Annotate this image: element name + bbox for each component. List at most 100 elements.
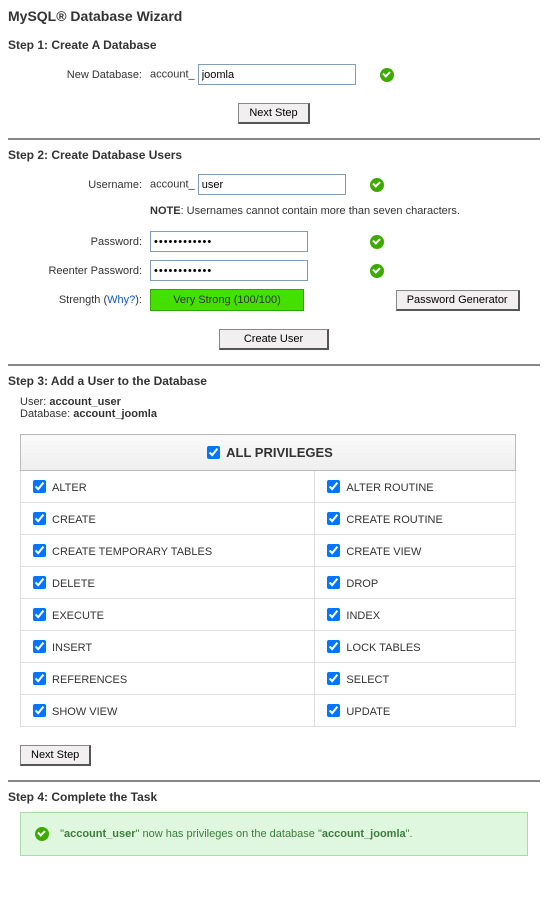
- privilege-label: SELECT: [346, 674, 389, 686]
- step3-button-row: Next Step: [20, 745, 540, 766]
- success-message: "account_user" now has privileges on the…: [20, 812, 528, 856]
- note-bold: NOTE: [150, 205, 181, 217]
- all-privileges-header: ALL PRIVILEGES: [21, 435, 516, 471]
- privilege-checkbox[interactable]: [33, 704, 46, 717]
- new-database-label: New Database:: [8, 60, 146, 89]
- privilege-checkbox[interactable]: [327, 576, 340, 589]
- privilege-label: ALTER: [52, 482, 87, 494]
- step2-form: Username: account_ NOTE: Usernames canno…: [8, 170, 524, 315]
- user-value: account_user: [49, 396, 121, 408]
- privilege-checkbox[interactable]: [327, 512, 340, 525]
- privilege-label: SHOW VIEW: [52, 706, 117, 718]
- privilege-cell: CREATE: [21, 503, 315, 535]
- privilege-label: DELETE: [52, 578, 95, 590]
- privilege-checkbox[interactable]: [327, 480, 340, 493]
- privilege-checkbox[interactable]: [33, 576, 46, 589]
- reenter-password-label: Reenter Password:: [8, 256, 146, 285]
- privilege-checkbox[interactable]: [33, 512, 46, 525]
- msg-c: ".: [406, 828, 413, 840]
- privilege-label: INDEX: [346, 610, 380, 622]
- privilege-label: UPDATE: [346, 706, 390, 718]
- privilege-cell: ALTER ROUTINE: [315, 471, 516, 503]
- divider: [8, 364, 540, 366]
- check-icon: [370, 264, 384, 278]
- strength-meter: Very Strong (100/100): [150, 289, 304, 311]
- step4-heading: Step 4: Complete the Task: [8, 790, 540, 804]
- privilege-checkbox[interactable]: [327, 672, 340, 685]
- page-title: MySQL® Database Wizard: [8, 8, 540, 24]
- success-user: account_user: [64, 828, 136, 840]
- db-label: Database:: [20, 408, 73, 420]
- check-icon: [380, 68, 394, 82]
- privilege-cell: DELETE: [21, 567, 315, 599]
- privilege-cell: LOCK TABLES: [315, 631, 516, 663]
- step3-heading: Step 3: Add a User to the Database: [8, 374, 540, 388]
- privilege-label: INSERT: [52, 642, 92, 654]
- db-value: account_joomla: [73, 408, 157, 420]
- privilege-cell: INDEX: [315, 599, 516, 631]
- next-step-button[interactable]: Next Step: [238, 103, 309, 124]
- privilege-cell: SHOW VIEW: [21, 695, 315, 727]
- username-prefix: account_: [150, 179, 195, 191]
- privilege-label: EXECUTE: [52, 610, 104, 622]
- msg-b: " now has privileges on the database ": [136, 828, 322, 840]
- new-database-input[interactable]: [198, 64, 356, 85]
- all-privileges-label: ALL PRIVILEGES: [226, 445, 333, 460]
- privilege-cell: UPDATE: [315, 695, 516, 727]
- new-database-prefix: account_: [150, 69, 195, 81]
- username-note: NOTE: Usernames cannot contain more than…: [150, 205, 520, 217]
- divider: [8, 138, 540, 140]
- create-user-button[interactable]: Create User: [219, 329, 329, 350]
- username-input[interactable]: [198, 174, 346, 195]
- success-db: account_joomla: [322, 828, 406, 840]
- check-icon: [35, 827, 49, 841]
- strength-label-a: Strength (: [59, 294, 107, 306]
- privilege-checkbox[interactable]: [33, 480, 46, 493]
- privilege-cell: INSERT: [21, 631, 315, 663]
- privilege-checkbox[interactable]: [33, 672, 46, 685]
- privilege-label: CREATE VIEW: [346, 546, 421, 558]
- password-label: Password:: [8, 227, 146, 256]
- strength-label: Strength (Why?):: [8, 285, 146, 315]
- check-icon: [370, 178, 384, 192]
- note-text: : Usernames cannot contain more than sev…: [181, 205, 460, 217]
- user-label: User:: [20, 396, 49, 408]
- strength-label-b: ):: [135, 294, 142, 306]
- check-icon: [370, 235, 384, 249]
- new-database-row: New Database: account_: [8, 60, 398, 89]
- step1-button-row: Next Step: [8, 103, 540, 124]
- privilege-label: CREATE ROUTINE: [346, 514, 442, 526]
- step2-heading: Step 2: Create Database Users: [8, 148, 540, 162]
- privilege-label: LOCK TABLES: [346, 642, 420, 654]
- privilege-label: DROP: [346, 578, 378, 590]
- privilege-cell: REFERENCES: [21, 663, 315, 695]
- privilege-checkbox[interactable]: [327, 544, 340, 557]
- privilege-label: CREATE: [52, 514, 96, 526]
- privilege-cell: DROP: [315, 567, 516, 599]
- why-link[interactable]: Why?: [107, 294, 135, 306]
- privilege-checkbox[interactable]: [327, 704, 340, 717]
- user-db-block: User: account_user Database: account_joo…: [20, 396, 528, 420]
- privileges-table: ALL PRIVILEGES ALTER ALTER ROUTINE CREATE C…: [20, 434, 516, 727]
- privilege-cell: CREATE VIEW: [315, 535, 516, 567]
- privilege-cell: ALTER: [21, 471, 315, 503]
- privilege-cell: CREATE TEMPORARY TABLES: [21, 535, 315, 567]
- divider: [8, 780, 540, 782]
- next-step-button[interactable]: Next Step: [20, 745, 91, 766]
- privilege-checkbox[interactable]: [327, 640, 340, 653]
- privilege-label: CREATE TEMPORARY TABLES: [52, 546, 212, 558]
- username-label: Username:: [8, 170, 146, 199]
- privilege-checkbox[interactable]: [33, 640, 46, 653]
- password-input[interactable]: [150, 231, 308, 252]
- privilege-cell: CREATE ROUTINE: [315, 503, 516, 535]
- all-privileges-checkbox[interactable]: [207, 446, 220, 459]
- privilege-label: ALTER ROUTINE: [346, 482, 433, 494]
- step1-heading: Step 1: Create A Database: [8, 38, 540, 52]
- privilege-label: REFERENCES: [52, 674, 127, 686]
- privilege-checkbox[interactable]: [33, 544, 46, 557]
- privilege-checkbox[interactable]: [33, 608, 46, 621]
- reenter-password-input[interactable]: [150, 260, 308, 281]
- privilege-cell: SELECT: [315, 663, 516, 695]
- privilege-checkbox[interactable]: [327, 608, 340, 621]
- password-generator-button[interactable]: Password Generator: [396, 290, 520, 311]
